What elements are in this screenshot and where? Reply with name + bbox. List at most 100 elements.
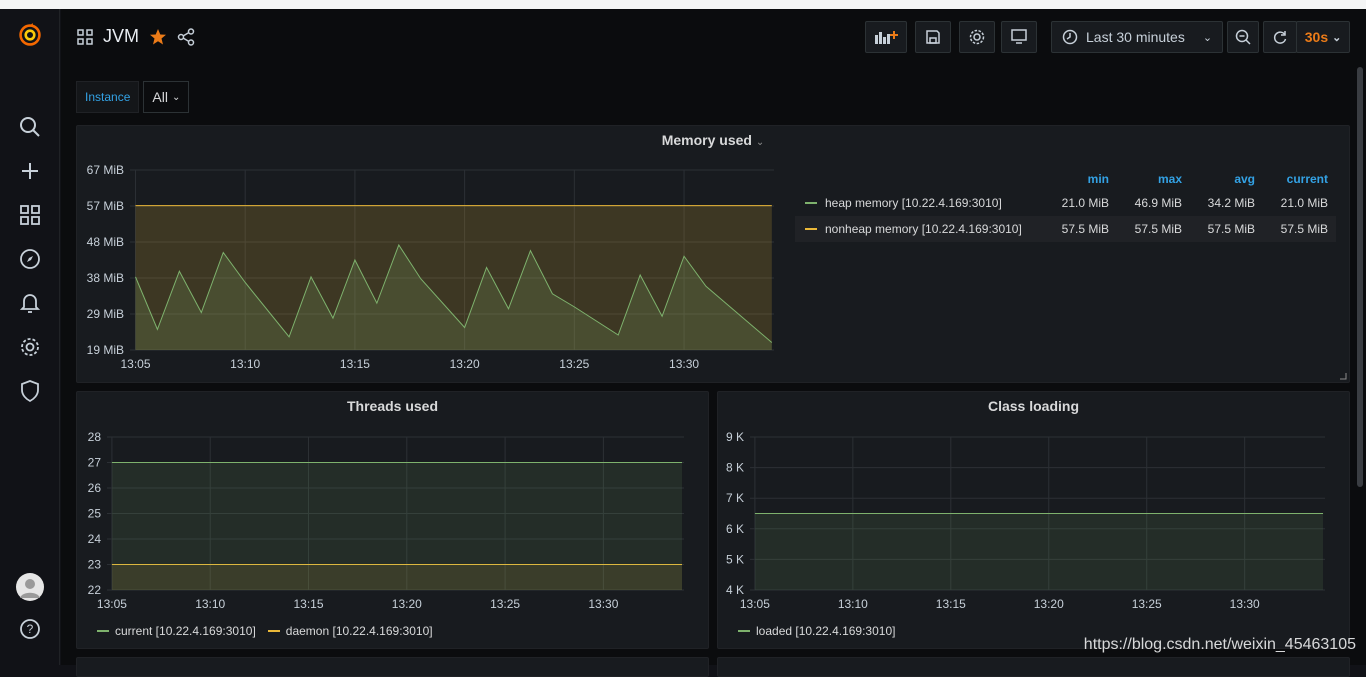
save-dashboard-button[interactable]	[915, 21, 951, 53]
x-tick-label: 13:15	[340, 357, 370, 371]
legend-value-avg: 34.2 MiB	[1207, 196, 1255, 210]
y-tick-label: 26	[88, 481, 102, 495]
sidebar: ?	[0, 9, 60, 665]
cycle-view-mode-button[interactable]	[1001, 21, 1037, 53]
add-panel-button[interactable]	[865, 21, 907, 53]
browser-top-strip	[0, 0, 1366, 9]
legend-color-swatch	[97, 630, 109, 632]
legend-row-heap[interactable]: heap memory [10.22.4.169:3010] 21.0 MiB …	[795, 190, 1336, 216]
monitor-icon	[1011, 29, 1027, 44]
series-area	[754, 513, 1324, 590]
server-admin-shield-icon[interactable]	[18, 379, 42, 403]
x-tick-label: 13:30	[669, 357, 699, 371]
class-loading-chart[interactable]: 4 K 5 K 6 K 7 K 8 K 9 K 13:05 13:10 13:15 13:20 13…	[718, 420, 1348, 620]
threads-legend: current [10.22.4.169:3010] daemon [10.22…	[97, 624, 433, 638]
legend-color-swatch	[738, 630, 750, 632]
explore-compass-icon[interactable]	[18, 247, 42, 271]
legend-header-avg[interactable]: avg	[1190, 172, 1263, 186]
x-tick-label: 13:20	[1034, 597, 1064, 611]
y-tick-label: 48 MiB	[87, 235, 124, 249]
memory-legend-table: min max avg current heap memory [10.22.4…	[795, 168, 1336, 242]
dashboard-main: JVM Last 30 minutes ⌄ 30s ⌄ Instance All…	[61, 9, 1366, 677]
alerting-bell-icon[interactable]	[18, 291, 42, 315]
threads-chart[interactable]: 22 23 24 25 26 27 28 13:05 13:10 13:15 13:20 13:25 1…	[77, 420, 707, 620]
dashboard-settings-button[interactable]	[959, 21, 995, 53]
class-loading-legend: loaded [10.22.4.169:3010]	[738, 624, 895, 638]
refresh-button[interactable]	[1263, 21, 1298, 53]
dashboard-title[interactable]: JVM	[103, 26, 139, 47]
share-icon[interactable]	[177, 27, 195, 46]
dashboard-grid-icon	[77, 28, 93, 45]
memory-chart[interactable]: 19 MiB 29 MiB 38 MiB 48 MiB 57 MiB 67 MiB 13:0…	[77, 152, 787, 382]
legend-color-swatch	[267, 630, 280, 632]
y-tick-label: 28	[88, 430, 102, 444]
refresh-interval-label: 30s	[1304, 29, 1329, 45]
y-tick-label: 23	[88, 558, 102, 572]
instance-variable-value: All	[152, 89, 168, 105]
y-tick-label: 25	[88, 507, 102, 521]
y-tick-label: 19 MiB	[87, 343, 124, 357]
gear-icon	[969, 29, 985, 45]
legend-header-current[interactable]: current	[1263, 172, 1336, 186]
legend-item-loaded[interactable]: loaded [10.22.4.169:3010]	[738, 624, 895, 638]
legend-header-max[interactable]: max	[1117, 172, 1190, 186]
x-tick-label: 13:05	[97, 597, 127, 611]
x-tick-label: 13:15	[936, 597, 966, 611]
y-tick-label: 38 MiB	[87, 271, 124, 285]
legend-row-nonheap[interactable]: nonheap memory [10.22.4.169:3010] 57.5 M…	[795, 216, 1336, 242]
panel-resize-handle-icon[interactable]	[1339, 372, 1347, 380]
legend-value-min: 57.5 MiB	[1061, 222, 1109, 236]
y-tick-label: 9 K	[726, 430, 744, 444]
legend-value-avg: 57.5 MiB	[1207, 222, 1255, 236]
legend-header-min[interactable]: min	[1044, 172, 1117, 186]
legend-value-current: 57.5 MiB	[1280, 222, 1328, 236]
y-tick-label: 22	[88, 583, 102, 597]
threads-panel-title[interactable]: Threads used	[77, 398, 708, 414]
refresh-interval-picker[interactable]: 30s ⌄	[1296, 21, 1351, 53]
zoom-out-button[interactable]	[1227, 21, 1260, 53]
plus-icon[interactable]	[18, 159, 42, 183]
dashboard-toolbar	[865, 21, 995, 53]
legend-value-min: 21.0 MiB	[1061, 196, 1109, 210]
add-panel-icon	[875, 31, 898, 44]
instance-variable-label: Instance	[76, 81, 140, 113]
chevron-down-icon: ⌄	[171, 91, 181, 103]
class-loading-panel: Class loading 4 K 5 K 6 K 7 K 8 K 9 K 13:05 13:…	[717, 391, 1350, 649]
legend-item-daemon[interactable]: daemon [10.22.4.169:3010]	[267, 624, 433, 638]
page-scrollbar[interactable]	[1357, 67, 1363, 487]
configuration-gear-icon[interactable]	[18, 335, 42, 359]
search-icon[interactable]	[18, 115, 42, 139]
favorite-star-icon[interactable]	[149, 28, 167, 46]
dashboard-header: JVM	[77, 26, 195, 47]
legend-label: daemon [10.22.4.169:3010]	[285, 624, 433, 638]
time-range-picker[interactable]: Last 30 minutes ⌄	[1051, 21, 1224, 53]
y-tick-label: 29 MiB	[87, 307, 124, 321]
dashboards-icon[interactable]	[18, 203, 42, 227]
variable-bar: Instance All ⌄	[76, 81, 190, 113]
save-icon	[926, 30, 940, 44]
memory-used-panel: Memory used ⌄ 19 MiB 29 MiB 38 MiB 48 MiB 57…	[76, 125, 1350, 383]
watermark-text: https://blog.csdn.net/weixin_45463105	[1083, 636, 1356, 653]
y-tick-label: 8 K	[726, 461, 744, 475]
panel-title[interactable]: Memory used ⌄	[77, 132, 1349, 148]
grafana-logo-icon[interactable]	[18, 23, 42, 47]
y-tick-label: 7 K	[726, 491, 744, 505]
x-tick-label: 13:05	[120, 357, 150, 371]
x-tick-label: 13:30	[588, 597, 618, 611]
legend-value-max: 57.5 MiB	[1134, 222, 1182, 236]
legend-color-swatch[interactable]	[805, 228, 817, 230]
legend-color-swatch[interactable]	[805, 202, 817, 204]
x-tick-label: 13:25	[1132, 597, 1162, 611]
help-icon[interactable]: ?	[18, 617, 42, 641]
legend-value-max: 46.9 MiB	[1134, 196, 1182, 210]
y-tick-label: 24	[88, 532, 102, 546]
user-avatar[interactable]	[16, 573, 44, 601]
class-panel-title[interactable]: Class loading	[718, 398, 1349, 414]
x-tick-label: 13:25	[559, 357, 589, 371]
x-tick-label: 13:10	[195, 597, 225, 611]
next-panel-right	[717, 657, 1350, 677]
x-tick-label: 13:15	[293, 597, 323, 611]
instance-variable-select[interactable]: All ⌄	[143, 81, 190, 113]
x-tick-label: 13:20	[392, 597, 422, 611]
legend-item-current[interactable]: current [10.22.4.169:3010]	[97, 624, 256, 638]
